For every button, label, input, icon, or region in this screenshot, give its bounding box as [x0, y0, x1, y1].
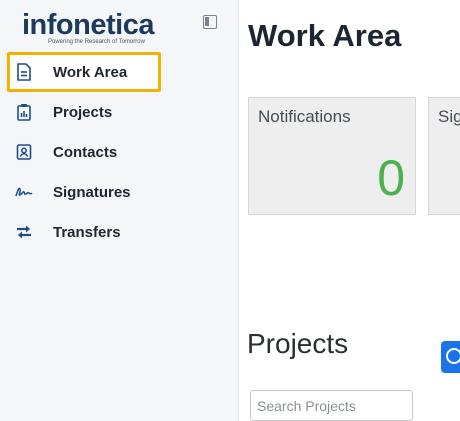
add-project-button[interactable] [441, 341, 460, 373]
brand-tagline: Powering the Research of Tomorrow [48, 39, 145, 45]
projects-section-title: Projects [247, 328, 349, 359]
main-content: Work Area Notifications 0 Sig Projects [239, 0, 460, 421]
signature-icon [15, 183, 33, 201]
sidebar: infonetica Powering the Research of Tomo… [0, 0, 239, 421]
sidebar-item-work-area[interactable]: Work Area [7, 52, 161, 92]
signatures-card[interactable]: Sig [428, 97, 460, 215]
collapse-sidebar-icon[interactable] [203, 15, 217, 29]
page-title: Work Area [248, 18, 402, 53]
contact-card-icon [15, 143, 33, 161]
notifications-count: 0 [377, 150, 405, 206]
sidebar-item-contacts[interactable]: Contacts [0, 132, 238, 172]
sidebar-item-label: Transfers [53, 223, 121, 241]
sidebar-item-label: Signatures [53, 183, 131, 201]
card-title: Notifications [258, 107, 351, 126]
clipboard-chart-icon [15, 103, 33, 121]
brand-name: infonetica [22, 9, 154, 41]
search-projects-input[interactable] [250, 390, 413, 421]
sidebar-item-signatures[interactable]: Signatures [0, 172, 238, 212]
sidebar-item-label: Projects [53, 103, 113, 121]
add-circle-icon [446, 348, 460, 364]
notifications-card[interactable]: Notifications 0 [248, 97, 416, 215]
sidebar-item-transfers[interactable]: Transfers [0, 212, 238, 252]
document-icon [15, 63, 33, 81]
brand-logo[interactable]: infonetica Powering the Research of Tomo… [18, 8, 168, 48]
transfer-arrows-icon [15, 223, 33, 241]
sidebar-item-label: Work Area [53, 63, 128, 81]
sidebar-nav: Work Area Projects Contacts Signatures T… [0, 52, 238, 252]
sidebar-item-label: Contacts [53, 143, 118, 161]
sidebar-item-projects[interactable]: Projects [0, 92, 238, 132]
card-title: Sig [438, 107, 460, 126]
